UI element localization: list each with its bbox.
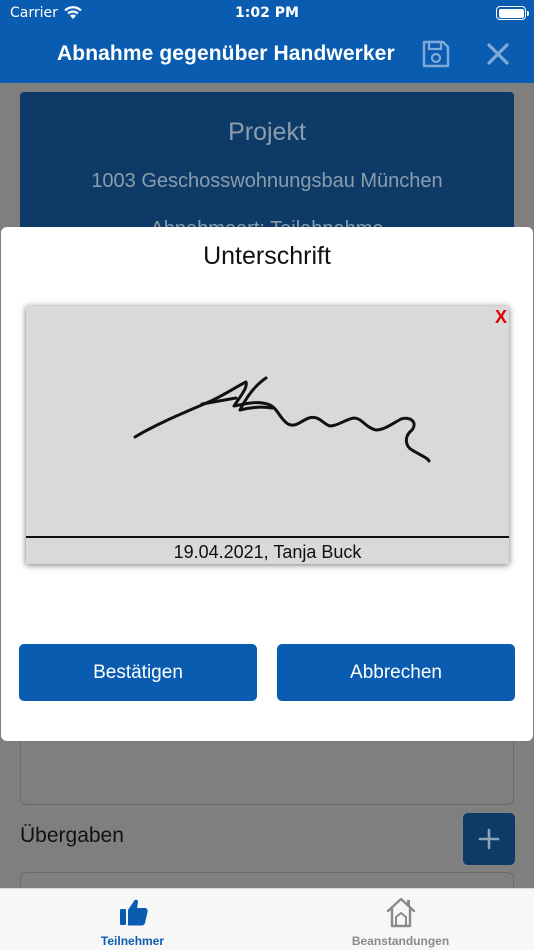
- save-icon[interactable]: [421, 39, 451, 69]
- page-title: Abnahme gegenüber Handwerker: [57, 42, 395, 65]
- house-icon: [386, 897, 416, 928]
- close-icon[interactable]: [485, 41, 511, 67]
- cancel-button[interactable]: Abbrechen: [277, 644, 515, 701]
- signature-stroke: [133, 376, 431, 463]
- dialog-title: Unterschrift: [203, 242, 331, 270]
- tab-label-participants: Teilnehmer: [100, 934, 165, 948]
- clear-signature-button[interactable]: X: [495, 307, 507, 328]
- tab-label-complaints: Beanstandungen: [351, 934, 450, 948]
- plus-icon: [478, 828, 500, 850]
- tab-complaints[interactable]: Beanstandungen: [267, 889, 534, 950]
- signature-dialog: Unterschrift X 19.04.2021, Tanja Buck Be…: [1, 227, 533, 741]
- signature-pad[interactable]: X 19.04.2021, Tanja Buck: [26, 306, 509, 564]
- section-title-handovers: Übergaben: [20, 824, 124, 847]
- project-name: 1003 Geschosswohnungsbau München: [91, 170, 443, 192]
- project-heading: Projekt: [228, 118, 306, 146]
- signature-baseline: [26, 536, 509, 538]
- signature-caption: 19.04.2021, Tanja Buck: [173, 542, 362, 562]
- thumbs-up-icon: [120, 899, 148, 926]
- tab-participants[interactable]: Teilnehmer: [0, 889, 267, 950]
- status-bar: Carrier 1:02 PM: [0, 0, 534, 28]
- clock: 1:02 PM: [235, 5, 299, 21]
- add-handover-button[interactable]: [463, 813, 515, 865]
- confirm-button[interactable]: Bestätigen: [19, 644, 257, 701]
- nav-bar: Carrier 1:02 PM Abnahme gegenüber Handwe…: [0, 0, 534, 83]
- battery-icon: [496, 6, 529, 20]
- tab-bar: Teilnehmer Beanstandungen: [0, 888, 534, 950]
